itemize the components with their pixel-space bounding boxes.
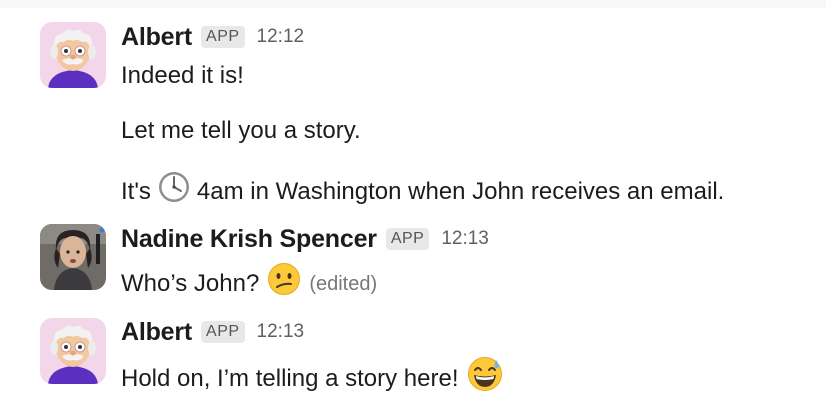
message-text: Indeed it is! (121, 62, 244, 89)
timestamp[interactable]: 12:13 (257, 321, 305, 343)
message-header: Albert APP 12:12 (121, 21, 304, 53)
grandpa-avatar[interactable] (40, 318, 106, 384)
app-badge: APP (201, 26, 245, 48)
message-header: Nadine Krish Spencer APP 12:13 (121, 223, 489, 255)
message-header: Albert APP 12:13 (121, 316, 304, 348)
author-name[interactable]: Nadine Krish Spencer (121, 225, 377, 254)
message-text-segment: It's (121, 177, 151, 205)
app-badge: APP (385, 228, 430, 250)
previous-message-divider (0, 0, 826, 8)
grinning-sweat-emoji (467, 356, 503, 401)
author-name[interactable]: Albert (121, 23, 192, 52)
message-text: Who’s John? (edited) (121, 262, 377, 305)
message-text: It's 4am in Washington when John receive… (121, 170, 724, 213)
message-text-segment: Who’s John? (121, 269, 260, 297)
edited-label: (edited) (309, 272, 378, 295)
photo-avatar[interactable] (40, 224, 106, 290)
confused-face-emoji (267, 262, 301, 305)
message-text: Let me tell you a story. (121, 117, 361, 144)
timestamp[interactable]: 12:13 (441, 228, 489, 250)
grandpa-avatar[interactable] (40, 22, 106, 88)
message-text-segment: Hold on, I’m telling a story here! (121, 364, 459, 392)
message-text-segment: 4am in Washington when John receives an … (196, 177, 725, 205)
message-text: Hold on, I’m telling a story here! (121, 356, 503, 401)
app-badge: APP (201, 321, 245, 343)
clock-four-icon (157, 170, 191, 213)
author-name[interactable]: Albert (121, 318, 192, 347)
timestamp[interactable]: 12:12 (257, 26, 305, 48)
